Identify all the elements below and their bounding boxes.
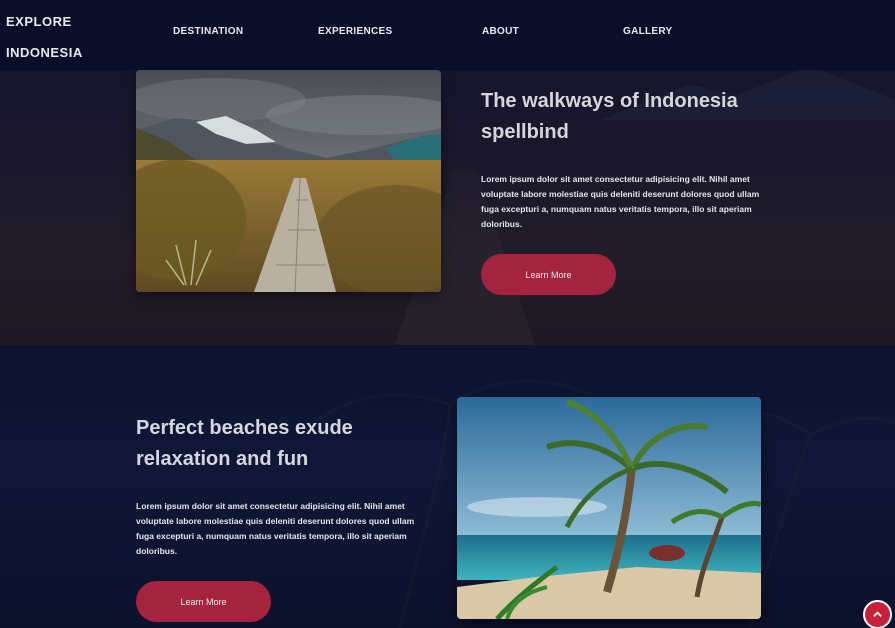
- chevron-up-icon: [873, 611, 882, 617]
- mountain-boardwalk-photo: [136, 70, 441, 292]
- beaches-learn-more-button[interactable]: Learn More: [136, 581, 271, 622]
- brand-line-2: INDONESIA: [6, 45, 83, 60]
- nav-item-destination[interactable]: DESTINATION: [173, 26, 243, 37]
- beaches-heading: Perfect beaches exude relaxation and fun: [136, 417, 353, 470]
- walkways-learn-more-button[interactable]: Learn More: [481, 254, 616, 295]
- top-navbar: EXPLORE INDONESIA DESTINATION EXPERIENCE…: [0, 0, 895, 70]
- nav-item-experiences[interactable]: EXPERIENCES: [318, 26, 392, 37]
- walkways-description: Lorem ipsum dolor sit amet consectetur a…: [481, 174, 760, 229]
- scroll-to-top-button[interactable]: [863, 600, 892, 628]
- nav-item-about[interactable]: ABOUT: [482, 26, 519, 37]
- brand-logo[interactable]: EXPLORE INDONESIA: [6, 6, 96, 68]
- tropical-beach-palm-photo: [457, 397, 761, 619]
- beaches-description: Lorem ipsum dolor sit amet consectetur a…: [136, 501, 415, 556]
- nav-item-gallery[interactable]: GALLERY: [623, 26, 673, 37]
- walkways-heading: The walkways of Indonesia spellbind: [481, 90, 738, 143]
- beaches-section: Perfect beaches exude relaxation and fun…: [0, 345, 895, 628]
- brand-line-1: EXPLORE: [6, 14, 72, 29]
